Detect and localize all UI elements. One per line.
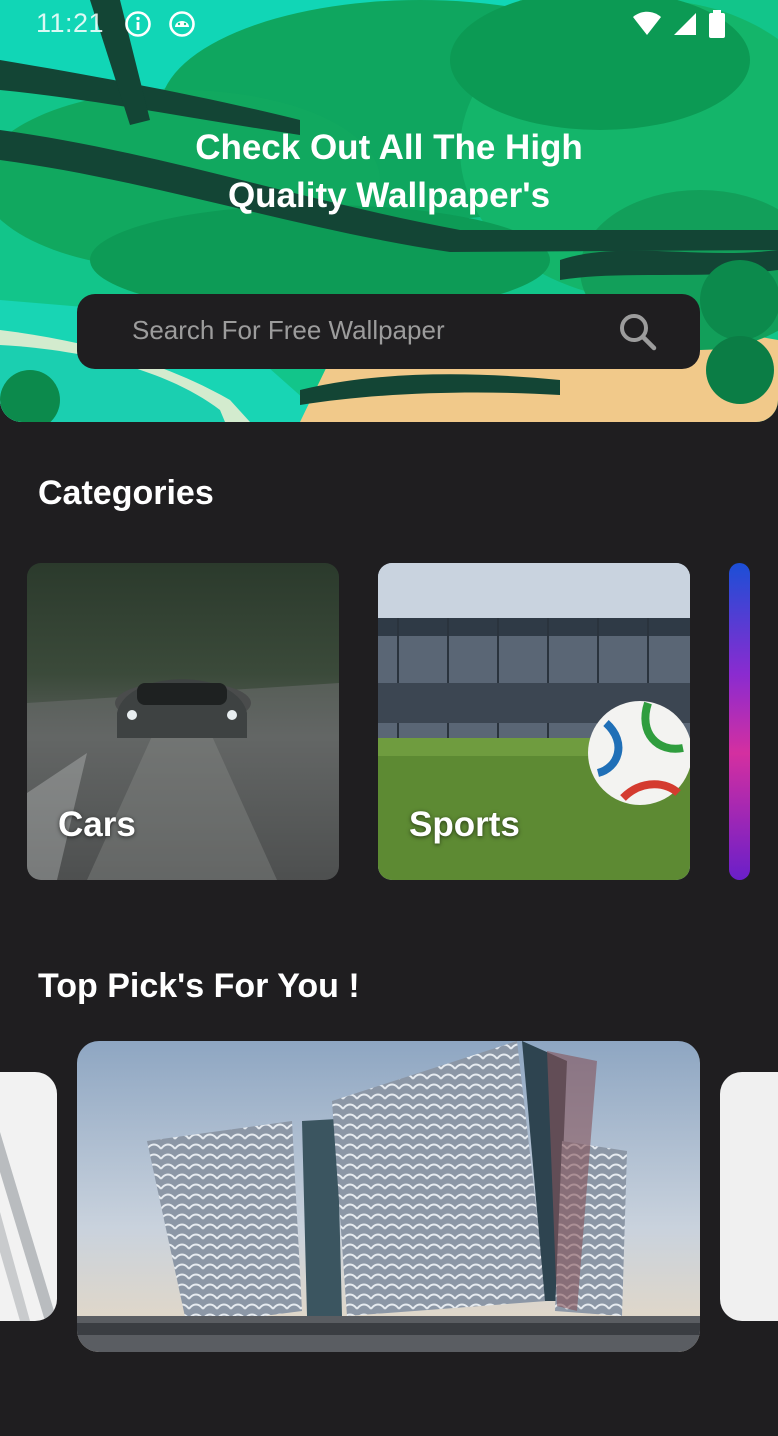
top-pick-card-main[interactable] bbox=[77, 1041, 700, 1352]
top-pick-image-prev bbox=[0, 1072, 57, 1321]
hero-banner: 11:21 Check Out All The High Quality Wal… bbox=[0, 0, 778, 422]
hero-title-line2: Quality Wallpaper's bbox=[227, 176, 551, 215]
categories-title: Categories bbox=[38, 474, 214, 512]
search-icon[interactable] bbox=[618, 312, 658, 352]
cellular-signal-icon bbox=[674, 13, 696, 35]
category-card-partial[interactable] bbox=[729, 563, 750, 880]
category-card-sports[interactable]: Sports bbox=[378, 563, 690, 880]
app-screen: 11:21 Check Out All The High Quality Wal… bbox=[0, 0, 778, 1436]
status-bar: 11:21 bbox=[0, 0, 778, 50]
category-label-cars: Cars bbox=[58, 805, 136, 844]
wifi-icon bbox=[633, 11, 661, 35]
android-icon bbox=[169, 11, 195, 37]
top-pick-card-next[interactable] bbox=[720, 1072, 778, 1321]
hero-title: Check Out All The High Quality Wallpaper… bbox=[0, 124, 778, 220]
search-bar[interactable]: Search For Free Wallpaper bbox=[77, 294, 700, 369]
category-label-sports: Sports bbox=[409, 805, 520, 844]
hero-title-line1: Check Out All The High bbox=[195, 128, 583, 167]
status-indicators bbox=[632, 10, 726, 38]
top-picks-title: Top Pick's For You ! bbox=[38, 967, 360, 1005]
category-card-cars[interactable]: Cars bbox=[27, 563, 339, 880]
abstract-thumbnail bbox=[729, 563, 750, 880]
info-icon bbox=[125, 11, 151, 37]
search-input[interactable]: Search For Free Wallpaper bbox=[132, 315, 445, 346]
status-time: 11:21 bbox=[36, 8, 105, 38]
top-pick-image-main bbox=[77, 1041, 700, 1352]
top-pick-card-prev[interactable] bbox=[0, 1072, 57, 1321]
battery-icon bbox=[709, 10, 725, 38]
top-pick-image-next bbox=[720, 1072, 778, 1321]
